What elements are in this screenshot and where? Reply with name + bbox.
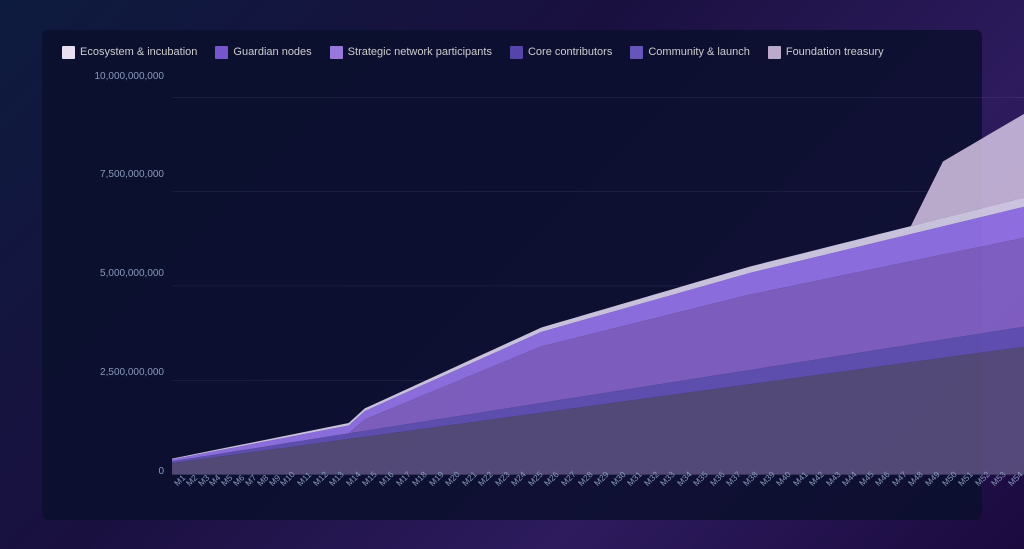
legend-color-core — [510, 46, 523, 59]
legend-label-foundation: Foundation treasury — [786, 46, 884, 58]
legend-item-guardian: Guardian nodes — [215, 46, 311, 59]
y-label: 7,500,000,000 — [62, 169, 172, 180]
y-label: 0 — [62, 466, 172, 477]
legend-item-core: Core contributors — [510, 46, 612, 59]
y-axis: 10,000,000,000 7,500,000,000 5,000,000,000… — [62, 71, 172, 505]
grid-and-bars — [172, 71, 1024, 477]
legend-item-ecosystem: Ecosystem & incubation — [62, 46, 197, 59]
y-label: 10,000,000,000 — [62, 71, 172, 82]
y-label: 5,000,000,000 — [62, 268, 172, 279]
legend-item-community: Community & launch — [630, 46, 750, 59]
plot-area: M1M2M3M4M5M6M7M8M9M10M11M12M13M14M15M16M… — [172, 71, 1024, 505]
chart-area: 10,000,000,000 7,500,000,000 5,000,000,000… — [62, 71, 962, 505]
legend-label-strategic: Strategic network participants — [348, 46, 492, 58]
legend-color-guardian — [215, 46, 228, 59]
legend-item-strategic: Strategic network participants — [330, 46, 492, 59]
chart-container: Ecosystem & incubation Guardian nodes Stra… — [42, 30, 982, 520]
y-label: 2,500,000,000 — [62, 367, 172, 378]
legend-label-guardian: Guardian nodes — [233, 46, 311, 58]
legend-label-ecosystem: Ecosystem & incubation — [80, 46, 197, 58]
legend-label-core: Core contributors — [528, 46, 612, 58]
legend-color-foundation — [768, 46, 781, 59]
legend-color-ecosystem — [62, 46, 75, 59]
legend-color-community — [630, 46, 643, 59]
legend-color-strategic — [330, 46, 343, 59]
legend: Ecosystem & incubation Guardian nodes Stra… — [62, 46, 962, 59]
legend-item-foundation: Foundation treasury — [768, 46, 884, 59]
x-axis-labels: M1M2M3M4M5M6M7M8M9M10M11M12M13M14M15M16M… — [172, 477, 1024, 505]
chart-svg — [172, 71, 1024, 477]
legend-label-community: Community & launch — [648, 46, 750, 58]
